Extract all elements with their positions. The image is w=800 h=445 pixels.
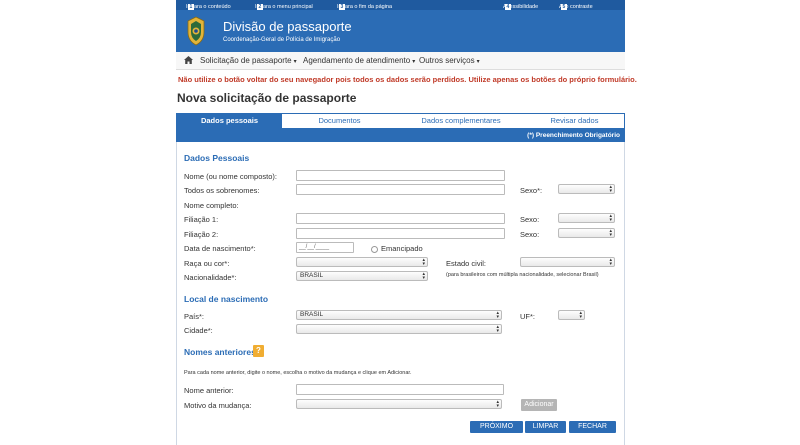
select-arrows-icon: ▴ ▾ (609, 213, 612, 223)
back-button-warning: Não utilize o botão voltar do seu navega… (178, 75, 637, 84)
nav-other-services[interactable]: Outros serviços ▾ (419, 56, 480, 65)
add-previous-name-button[interactable]: Adicionar (521, 399, 557, 411)
next-button[interactable]: PRÓXIMO (470, 421, 523, 433)
nationality-hint: (para brasileiros com múltipla nacionali… (446, 272, 599, 278)
tab-review-data[interactable]: Revisar dados (525, 114, 624, 128)
birth-date-input[interactable]: __/__/____ (296, 242, 354, 253)
city-label: Cidade*: (184, 326, 213, 335)
section-previous-names: Nomes anteriores (184, 347, 256, 357)
emancipated-radio[interactable] (371, 246, 378, 253)
uf-label: UF*: (520, 312, 535, 321)
form-tabs: Dados pessoais Documentos Dados compleme… (176, 113, 625, 129)
parent2-label: Filiação 2: (184, 230, 219, 239)
change-reason-label: Motivo da mudança: (184, 401, 252, 410)
nav-appointment[interactable]: Agendamento de atendimento ▾ (303, 56, 415, 65)
change-reason-select[interactable]: ▴ ▾ (296, 399, 502, 409)
birth-date-label: Data de nascimento*: (184, 244, 256, 253)
race-select[interactable]: ▴ ▾ (296, 257, 428, 267)
home-icon[interactable] (184, 56, 193, 66)
parent2-input[interactable] (296, 228, 505, 239)
section-birthplace: Local de nascimento (184, 294, 269, 304)
parent1-label: Filiação 1: (184, 215, 219, 224)
nationality-label: Nacionalidade*: (184, 273, 237, 282)
country-label: País*: (184, 312, 205, 321)
race-label: Raça ou cor*: (184, 259, 230, 268)
civil-status-label: Estado civil: (446, 259, 487, 268)
section-personal-data: Dados Pessoais (184, 153, 250, 163)
clear-button[interactable]: LIMPAR (525, 421, 566, 433)
city-select[interactable]: ▴ ▾ (296, 324, 502, 334)
tab-complementary-data[interactable]: Dados complementares (397, 114, 525, 128)
sex-label: Sexo*: (520, 186, 543, 195)
name-input[interactable] (296, 170, 505, 181)
surnames-input[interactable] (296, 184, 505, 195)
tab-personal-data[interactable]: Dados pessoais (177, 114, 282, 128)
surnames-label: Todos os sobrenomes: (184, 186, 260, 195)
select-arrows-icon: ▴ ▾ (609, 257, 612, 267)
page-title: Nova solicitação de passaporte (177, 91, 357, 105)
uf-select[interactable]: ▴ ▾ (558, 310, 585, 320)
accessibility-bar: Ir para o conteúdo 1 Ir para o menu princ… (176, 0, 625, 10)
tab-documents[interactable]: Documentos (282, 114, 397, 128)
header-subtitle: Coordenação-Geral de Polícia de Imigraçã… (223, 37, 341, 43)
header-title: Divisão de passaporte (223, 19, 352, 34)
select-arrows-icon: ▴ ▾ (422, 271, 425, 281)
sex-select[interactable]: ▴ ▾ (558, 184, 615, 194)
parent2-sex-label: Sexo: (520, 230, 540, 239)
select-arrows-icon: ▴ ▾ (496, 310, 499, 320)
select-arrows-icon: ▴ ▾ (579, 310, 582, 320)
select-arrows-icon: ▴ ▾ (609, 228, 612, 238)
parent1-sex-select[interactable]: ▴ ▾ (558, 213, 615, 223)
caret-down-icon: ▾ (476, 59, 480, 65)
nav-passport-request[interactable]: Solicitação de passaporte ▾ (200, 56, 297, 65)
help-icon[interactable]: ? (253, 345, 264, 357)
previous-name-input[interactable] (296, 384, 504, 395)
name-label: Nome (ou nome composto): (184, 172, 277, 181)
page: Ir para o conteúdo 1 Ir para o menu princ… (176, 0, 637, 445)
select-arrows-icon: ▴ ▾ (496, 324, 499, 334)
close-button[interactable]: FECHAR (569, 421, 616, 433)
caret-down-icon: ▾ (293, 59, 297, 65)
select-arrows-icon: ▴ ▾ (609, 184, 612, 194)
country-select[interactable]: BRASIL ▴ ▾ (296, 310, 502, 320)
civil-status-select[interactable]: ▴ ▾ (520, 257, 615, 267)
site-header: Divisão de passaporte Coordenação-Geral … (176, 10, 625, 52)
full-name-label: Nome completo: (184, 201, 239, 210)
parent2-sex-select[interactable]: ▴ ▾ (558, 228, 615, 238)
federal-police-badge-icon (186, 16, 206, 46)
previous-names-instructions: Para cada nome anterior, digite o nome, … (184, 370, 412, 376)
parent1-sex-label: Sexo: (520, 215, 540, 224)
previous-name-label: Nome anterior: (184, 386, 234, 395)
emancipated-label: Emancipado (381, 244, 423, 253)
select-arrows-icon: ▴ ▾ (496, 399, 499, 409)
main-nav: Solicitação de passaporte ▾ Agendamento d… (176, 52, 625, 70)
parent1-input[interactable] (296, 213, 505, 224)
nationality-select[interactable]: BRASIL ▴ ▾ (296, 271, 428, 281)
required-fields-note: (*) Preenchimento Obrigatório (176, 129, 625, 142)
select-arrows-icon: ▴ ▾ (422, 257, 425, 267)
caret-down-icon: ▾ (412, 59, 416, 65)
